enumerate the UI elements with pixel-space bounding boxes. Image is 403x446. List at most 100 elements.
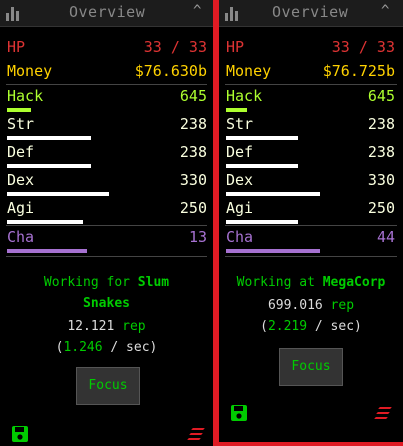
work-prefix: Working at: [236, 275, 323, 290]
dex-value: 330: [367, 171, 395, 189]
stat-row-str: Str 238: [219, 113, 403, 141]
dex-value: 330: [179, 171, 207, 189]
work-company-line2: Snakes: [83, 296, 130, 311]
cha-value: 44: [376, 228, 395, 246]
work-company-line1: Slum: [137, 275, 170, 290]
money-row: Money $76.725b: [219, 60, 403, 84]
hack-value: 645: [179, 87, 207, 105]
rep-value: 12.121: [67, 319, 115, 334]
dex-progress-fill: [7, 192, 109, 196]
cha-progress-fill: [226, 249, 321, 253]
rate-suffix: / sec): [102, 340, 158, 355]
stat-row-def: Def 238: [0, 141, 213, 169]
stat-row-hack: Hack 645: [0, 85, 213, 113]
stat-row-dex: Dex 330: [0, 169, 213, 197]
agi-progress-bar: [226, 220, 397, 224]
hp-value: 33 / 33: [331, 38, 395, 56]
dex-progress-bar: [7, 192, 207, 196]
menu-icon[interactable]: [374, 407, 392, 419]
money-value: $76.725b: [322, 62, 395, 80]
cha-progress-bar: [7, 249, 207, 253]
menu-icon[interactable]: [187, 428, 205, 440]
hack-value: 645: [367, 87, 395, 105]
overview-header[interactable]: Overview ^: [0, 0, 213, 27]
bar-chart-icon: [5, 5, 21, 21]
separator: [225, 256, 397, 257]
separator: [6, 256, 207, 257]
hack-progress-bar: [226, 108, 397, 112]
str-label: Str: [7, 115, 35, 133]
hack-label: Hack: [7, 87, 44, 105]
cha-value: 13: [188, 228, 207, 246]
hp-label: HP: [226, 38, 245, 56]
hack-label: Hack: [226, 87, 263, 105]
save-icon[interactable]: [230, 404, 248, 422]
overview-title: Overview: [69, 3, 146, 21]
str-progress-fill: [226, 136, 298, 140]
stat-row-hack: Hack 645: [219, 85, 403, 113]
stat-row-cha: Cha 44: [219, 226, 403, 254]
money-value: $76.630b: [134, 62, 207, 80]
agi-value: 250: [179, 199, 207, 217]
cha-label: Cha: [226, 228, 254, 246]
overview-title: Overview: [272, 3, 349, 21]
rep-value: 699.016: [267, 298, 323, 313]
money-label: Money: [7, 62, 53, 80]
money-label: Money: [226, 62, 272, 80]
stat-row-cha: Cha 13: [0, 226, 213, 254]
stat-row-str: Str 238: [0, 113, 213, 141]
dex-progress-bar: [226, 192, 397, 196]
def-progress-fill: [226, 164, 298, 168]
work-status: Working at MegaCorp 699.016 rep (2.219 /…: [219, 272, 403, 337]
str-label: Str: [226, 115, 254, 133]
str-value: 238: [367, 115, 395, 133]
def-progress-fill: [7, 164, 91, 168]
hp-value: 33 / 33: [143, 38, 207, 56]
hack-progress-fill: [7, 108, 31, 112]
hack-progress-bar: [7, 108, 207, 112]
str-value: 238: [179, 115, 207, 133]
dex-progress-fill: [226, 192, 321, 196]
hp-label: HP: [7, 38, 26, 56]
str-progress-bar: [7, 136, 207, 140]
stat-row-dex: Dex 330: [219, 169, 403, 197]
agi-label: Agi: [7, 199, 35, 217]
save-icon[interactable]: [11, 425, 29, 443]
def-label: Def: [226, 143, 254, 161]
collapse-toggle-icon[interactable]: ^: [193, 3, 201, 19]
stat-row-def: Def 238: [219, 141, 403, 169]
agi-label: Agi: [226, 199, 254, 217]
agi-progress-bar: [7, 220, 207, 224]
work-prefix: Working for: [43, 275, 138, 290]
money-row: Money $76.630b: [0, 60, 213, 84]
agi-progress-fill: [226, 220, 298, 224]
hack-progress-fill: [226, 108, 247, 112]
rate-suffix: / sec): [307, 319, 362, 334]
def-progress-bar: [226, 164, 397, 168]
stats-list: HP 33 / 33 Money $76.630b Hack 645 Str 238 D…: [0, 36, 213, 257]
stat-row-agi: Agi 250: [219, 197, 403, 225]
str-progress-fill: [7, 136, 91, 140]
bar-chart-icon: [224, 5, 240, 21]
agi-value: 250: [367, 199, 395, 217]
cha-progress-bar: [226, 249, 397, 253]
rate-value: 1.246: [63, 340, 103, 355]
rate-value: 2.219: [267, 319, 308, 334]
focus-button[interactable]: Focus: [279, 348, 343, 386]
cha-label: Cha: [7, 228, 35, 246]
collapse-toggle-icon[interactable]: ^: [381, 3, 389, 19]
dex-label: Dex: [7, 171, 35, 189]
def-value: 238: [179, 143, 207, 161]
cha-progress-fill: [7, 249, 87, 253]
overview-header[interactable]: Overview ^: [219, 0, 403, 27]
overview-panel-right: Overview ^ HP 33 / 33 Money $76.725b Hac…: [219, 0, 403, 442]
work-company: MegaCorp: [322, 275, 386, 290]
work-status: Working for Slum Snakes 12.121 rep (1.24…: [0, 272, 213, 358]
stat-row-agi: Agi 250: [0, 197, 213, 225]
def-progress-bar: [7, 164, 207, 168]
hp-row: HP 33 / 33: [0, 36, 213, 60]
focus-button[interactable]: Focus: [76, 367, 140, 405]
dex-label: Dex: [226, 171, 254, 189]
def-label: Def: [7, 143, 35, 161]
hp-row: HP 33 / 33: [219, 36, 403, 60]
